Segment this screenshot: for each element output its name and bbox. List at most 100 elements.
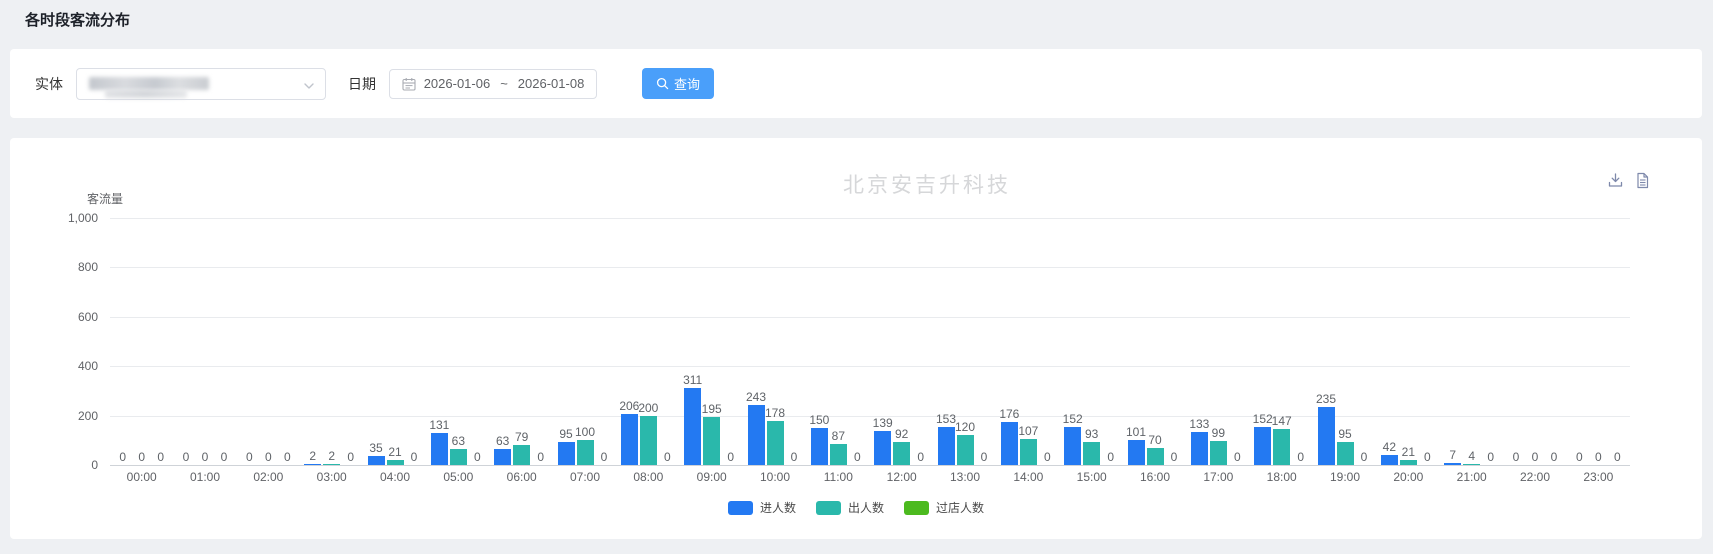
legend-marker xyxy=(904,501,929,515)
x-axis-tick-label: 00:00 xyxy=(127,470,157,484)
legend-marker xyxy=(728,501,753,515)
chart-toolbox xyxy=(1607,172,1651,189)
date-label: 日期 xyxy=(348,74,376,94)
bar-value-label: 0 xyxy=(183,450,190,464)
chart-legend: 进人数 出人数 过店人数 xyxy=(10,499,1702,516)
bar-进人数-16:00[interactable] xyxy=(1128,440,1145,465)
bar-value-label: 0 xyxy=(917,450,924,464)
bar-value-label: 0 xyxy=(537,450,544,464)
x-axis-tick-label: 11:00 xyxy=(824,470,853,484)
bar-出人数-17:00[interactable] xyxy=(1210,441,1227,465)
bar-进人数-07:00[interactable] xyxy=(558,442,575,465)
x-axis-tick-label: 17:00 xyxy=(1203,470,1233,484)
bar-value-label: 120 xyxy=(955,420,975,434)
bar-出人数-13:00[interactable] xyxy=(957,435,974,465)
bar-value-label: 101 xyxy=(1126,425,1146,439)
bar-进人数-04:00[interactable] xyxy=(368,456,385,465)
bar-出人数-11:00[interactable] xyxy=(830,444,847,465)
bar-value-label: 133 xyxy=(1189,417,1209,431)
date-end[interactable]: 2026-01-08 xyxy=(518,76,585,91)
bar-value-label: 0 xyxy=(981,450,988,464)
legend-item-过店人数[interactable]: 过店人数 xyxy=(904,499,984,516)
bar-进人数-19:00[interactable] xyxy=(1318,407,1335,465)
bar-进人数-12:00[interactable] xyxy=(874,431,891,465)
bar-进人数-17:00[interactable] xyxy=(1191,432,1208,465)
bar-value-label: 0 xyxy=(1532,450,1539,464)
bar-出人数-16:00[interactable] xyxy=(1147,448,1164,465)
query-button-label: 查询 xyxy=(674,74,700,93)
x-axis-tick-label: 03:00 xyxy=(317,470,347,484)
bar-value-label: 0 xyxy=(411,450,418,464)
bar-value-label: 131 xyxy=(429,418,449,432)
bar-进人数-14:00[interactable] xyxy=(1001,422,1018,465)
bar-出人数-07:00[interactable] xyxy=(577,440,594,465)
bar-value-label: 95 xyxy=(559,427,572,441)
bar-value-label: 99 xyxy=(1212,426,1225,440)
bar-value-label: 178 xyxy=(765,406,785,420)
date-separator: ~ xyxy=(500,76,508,91)
bar-value-label: 176 xyxy=(999,407,1019,421)
bar-出人数-14:00[interactable] xyxy=(1020,439,1037,465)
bar-进人数-20:00[interactable] xyxy=(1381,455,1398,465)
bar-value-label: 79 xyxy=(515,430,528,444)
bar-出人数-19:00[interactable] xyxy=(1337,442,1354,465)
x-axis-tick-label: 14:00 xyxy=(1013,470,1043,484)
data-view-icon[interactable] xyxy=(1634,172,1651,189)
bar-出人数-04:00[interactable] xyxy=(387,460,404,465)
bar-出人数-21:00[interactable] xyxy=(1463,464,1480,465)
bar-进人数-13:00[interactable] xyxy=(938,427,955,465)
x-axis-tick-label: 07:00 xyxy=(570,470,600,484)
x-axis-tick-label: 09:00 xyxy=(697,470,727,484)
bar-进人数-09:00[interactable] xyxy=(684,388,701,465)
bar-出人数-06:00[interactable] xyxy=(513,445,530,465)
bar-出人数-10:00[interactable] xyxy=(767,421,784,465)
bar-进人数-11:00[interactable] xyxy=(811,428,828,465)
bar-出人数-20:00[interactable] xyxy=(1400,460,1417,465)
bar-进人数-08:00[interactable] xyxy=(621,414,638,465)
bar-value-label: 0 xyxy=(1297,450,1304,464)
legend-label: 过店人数 xyxy=(936,499,984,516)
bar-value-label: 63 xyxy=(496,434,509,448)
legend-item-进人数[interactable]: 进人数 xyxy=(728,499,796,516)
download-icon[interactable] xyxy=(1607,172,1624,189)
bar-出人数-12:00[interactable] xyxy=(893,442,910,465)
bar-value-label: 0 xyxy=(1424,450,1431,464)
x-axis-tick-label: 01:00 xyxy=(190,470,220,484)
date-range-picker[interactable]: 2026-01-06 ~ 2026-01-08 xyxy=(389,69,597,99)
y-axis-tick-label: 0 xyxy=(10,459,98,471)
query-button[interactable]: 查询 xyxy=(642,68,714,99)
bar-value-label: 152 xyxy=(1063,412,1083,426)
bar-value-label: 206 xyxy=(619,399,639,413)
x-axis-tick-label: 15:00 xyxy=(1077,470,1107,484)
bar-进人数-15:00[interactable] xyxy=(1064,427,1081,465)
bar-出人数-09:00[interactable] xyxy=(703,417,720,465)
bar-进人数-05:00[interactable] xyxy=(431,433,448,465)
bar-value-label: 235 xyxy=(1316,392,1336,406)
bar-进人数-10:00[interactable] xyxy=(748,405,765,465)
date-start[interactable]: 2026-01-06 xyxy=(424,76,491,91)
gridline xyxy=(110,218,1630,219)
y-axis-tick-label: 200 xyxy=(10,410,98,422)
bar-出人数-03:00[interactable] xyxy=(323,464,340,465)
bar-进人数-18:00[interactable] xyxy=(1254,427,1271,465)
entity-select[interactable] xyxy=(76,68,326,100)
bar-进人数-03:00[interactable] xyxy=(304,464,321,465)
bar-value-label: 0 xyxy=(601,450,608,464)
bar-value-label: 0 xyxy=(1234,450,1241,464)
y-axis-tick-label: 800 xyxy=(10,261,98,273)
bar-出人数-08:00[interactable] xyxy=(640,416,657,465)
x-axis-tick-label: 20:00 xyxy=(1393,470,1423,484)
bar-value-label: 0 xyxy=(664,450,671,464)
bar-value-label: 21 xyxy=(388,445,401,459)
y-axis-tick-label: 400 xyxy=(10,360,98,372)
bar-进人数-21:00[interactable] xyxy=(1444,463,1461,465)
x-axis-line xyxy=(110,465,1630,466)
bar-出人数-18:00[interactable] xyxy=(1273,429,1290,465)
bar-出人数-05:00[interactable] xyxy=(450,449,467,465)
legend-item-出人数[interactable]: 出人数 xyxy=(816,499,884,516)
chart-card: 北京安吉升科技 客流量 02004006008001,00000:0000001… xyxy=(10,138,1702,539)
y-axis-tick-label: 600 xyxy=(10,311,98,323)
bar-进人数-06:00[interactable] xyxy=(494,449,511,465)
bar-value-label: 152 xyxy=(1253,412,1273,426)
bar-出人数-15:00[interactable] xyxy=(1083,442,1100,465)
